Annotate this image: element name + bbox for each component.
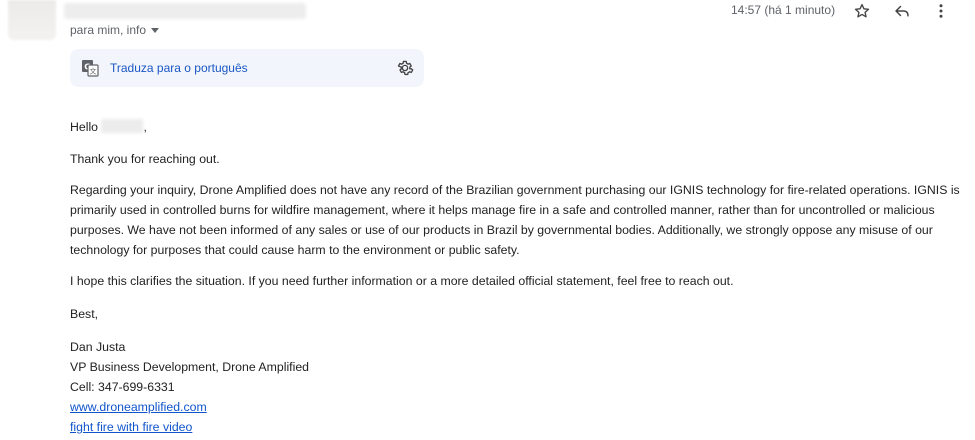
chevron-down-icon [151, 28, 160, 33]
greeting: Hello [70, 120, 99, 134]
greeting-suffix: , [143, 120, 147, 134]
sender-name-redacted [64, 3, 306, 19]
thanks-line: Thank you for reaching out. [70, 152, 220, 166]
recipients-toggle[interactable]: para mim, info [70, 23, 160, 37]
closing-line: Best, [70, 307, 99, 321]
signature-name: Dan Justa [70, 340, 126, 354]
recipients-label: para mim, info [70, 23, 147, 37]
recipient-name-redacted [101, 119, 144, 133]
translate-banner: G 文 Traduza para o português [70, 49, 424, 87]
signature-phone: Cell: 347-699-6331 [70, 380, 175, 394]
translate-link[interactable]: Traduza para o português [110, 61, 248, 75]
video-link[interactable]: fight fire with fire video [70, 420, 192, 434]
website-link[interactable]: www.droneamplified.com [70, 400, 207, 414]
paragraph-2: I hope this clarifies the situation. If … [70, 274, 734, 288]
sender-avatar[interactable] [8, 0, 56, 40]
gear-icon[interactable] [396, 59, 414, 77]
star-icon[interactable] [851, 1, 873, 21]
signature: Dan Justa VP Business Development, Drone… [70, 337, 965, 437]
more-vert-icon[interactable] [930, 1, 952, 21]
email-body: Hello , Thank you for reaching out. Rega… [70, 117, 965, 437]
email-timestamp: 14:57 (há 1 minuto) [731, 3, 836, 17]
svg-text:文: 文 [90, 67, 97, 76]
signature-title: VP Business Development, Drone Amplified [70, 360, 310, 374]
translate-icon: G 文 [81, 59, 99, 77]
reply-icon[interactable] [891, 1, 913, 21]
paragraph-1: Regarding your inquiry, Drone Amplified … [70, 183, 960, 257]
greeting-line: Hello , [70, 117, 965, 137]
